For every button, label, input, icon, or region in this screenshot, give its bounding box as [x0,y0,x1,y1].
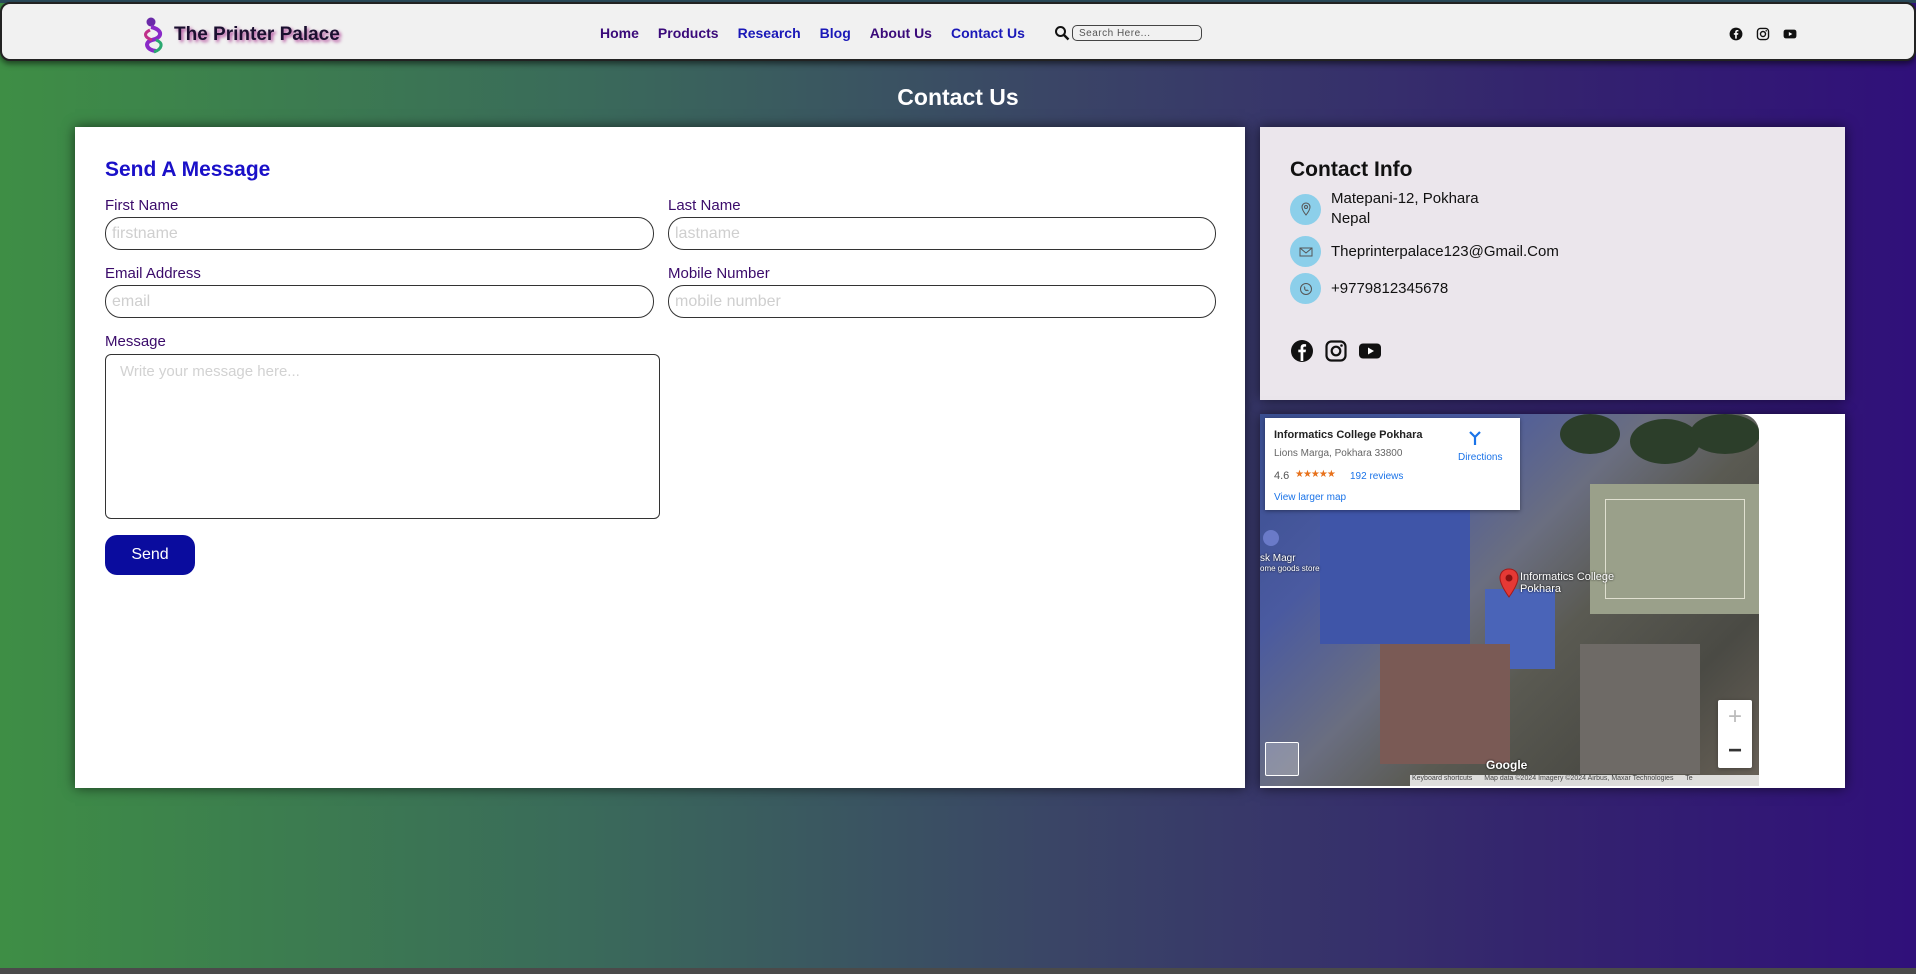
map-card: sk Magr ome goods store Informatics Coll… [1260,414,1845,788]
shopping-bag-icon[interactable] [1263,530,1279,546]
address-line-2: Nepal [1331,210,1371,227]
map-tree [1560,414,1620,454]
email-label: Email Address [105,265,201,282]
instagram-icon[interactable] [1324,339,1348,363]
directions-icon[interactable] [1467,430,1483,446]
youtube-icon[interactable] [1358,339,1382,363]
mobile-input[interactable] [668,285,1216,318]
instagram-icon[interactable] [1756,27,1770,41]
address-row: Matepani-12, Pokhara Nepal [1290,189,1479,229]
youtube-icon[interactable] [1783,27,1797,41]
map-terms-link[interactable]: Te [1685,775,1692,782]
logo-icon [144,17,163,54]
popup-reviews-link[interactable]: 192 reviews [1350,471,1403,482]
last-name-input[interactable] [668,217,1216,250]
first-name-input[interactable] [105,217,654,250]
address-text: Matepani-12, Pokhara Nepal [1331,189,1479,229]
mail-icon [1290,236,1321,267]
map-side-label: sk Magr ome goods store [1260,554,1320,574]
street-view-button[interactable] [1265,742,1299,776]
phone-icon [1290,273,1321,304]
map-tree [1630,419,1700,464]
first-name-label: First Name [105,197,179,214]
map-pin-label: Informatics College Pokhara [1520,571,1615,595]
map-side-label-type: ome goods store [1260,564,1320,573]
facebook-icon[interactable] [1290,339,1314,363]
map-footer: Keyboard shortcuts Map data ©2024 Imager… [1410,775,1759,786]
message-textarea[interactable] [105,354,660,519]
search-input[interactable] [1072,25,1202,41]
map-side-label-name: sk Magr [1260,553,1296,564]
email-input[interactable] [105,285,654,318]
contact-info-card: Contact Info Matepani-12, Pokhara Nepal … [1260,127,1845,400]
search-box [1054,25,1202,41]
site-name: The Printer Palace [174,24,340,45]
email-row: Theprinterpalace123@Gmail.Com [1290,236,1559,267]
nav-contact-us[interactable]: Contact Us [951,25,1025,41]
navbar: The Printer Palace Home Products Researc… [0,2,1916,61]
page-title: Contact Us [897,84,1019,110]
nav-home[interactable]: Home [600,25,639,41]
nav-products[interactable]: Products [658,25,719,41]
map-court-lines [1605,499,1745,599]
zoom-out-button[interactable]: − [1718,734,1752,768]
nav-research[interactable]: Research [738,25,801,41]
last-name-label: Last Name [668,197,741,214]
brand[interactable]: The Printer Palace [142,16,340,54]
mobile-label: Mobile Number [668,265,770,282]
address-line-1: Matepani-12, Pokhara [1331,190,1479,207]
message-label: Message [105,333,166,350]
zoom-control: + − [1718,700,1752,768]
phone-row: +9779812345678 [1290,273,1448,304]
view-larger-map-link[interactable]: View larger map [1274,492,1346,503]
map-building [1580,644,1700,774]
keyboard-shortcuts-link[interactable]: Keyboard shortcuts [1412,775,1472,782]
send-button[interactable]: Send [105,535,195,575]
search-icon[interactable] [1054,25,1070,41]
map-building [1380,644,1510,764]
email-text[interactable]: Theprinterpalace123@Gmail.Com [1331,242,1559,262]
popup-title: Informatics College Pokhara [1274,429,1423,441]
map-tree [1690,414,1759,454]
bottom-edge [0,968,1916,974]
form-heading: Send A Message [105,158,271,181]
nav-social-links [1729,27,1810,41]
location-pin-icon [1290,193,1321,225]
phone-text[interactable]: +9779812345678 [1331,279,1448,299]
directions-link[interactable]: Directions [1458,452,1502,463]
embedded-map[interactable]: sk Magr ome goods store Informatics Coll… [1260,414,1759,786]
nav-blog[interactable]: Blog [820,25,851,41]
popup-address: Lions Marga, Pokhara 33800 [1274,448,1403,459]
message-form-card: Send A Message First Name Last Name Emai… [75,127,1245,788]
contact-info-heading: Contact Info [1290,158,1413,181]
google-logo: Google [1486,758,1528,772]
contact-social-links [1290,339,1392,363]
map-pin-icon[interactable] [1498,568,1520,598]
map-info-popup: Informatics College Pokhara Lions Marga,… [1265,418,1520,510]
zoom-in-button[interactable]: + [1718,700,1752,734]
nav-about-us[interactable]: About Us [870,25,932,41]
map-attribution: Map data ©2024 Imagery ©2024 Airbus, Max… [1484,775,1674,782]
popup-rating: 4.6 [1274,470,1290,482]
main-nav: Home Products Research Blog About Us Con… [600,25,1044,41]
popup-stars: ★★★★★ [1295,469,1336,480]
facebook-icon[interactable] [1729,27,1743,41]
